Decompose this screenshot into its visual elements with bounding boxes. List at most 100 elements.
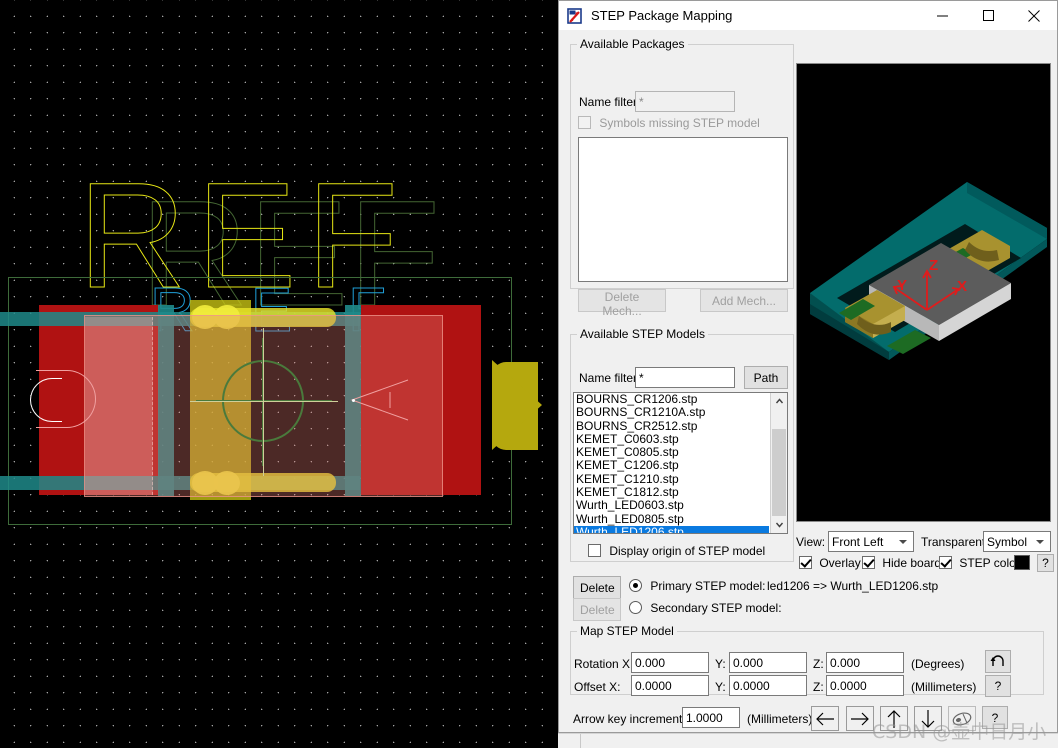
move-right-button[interactable] [846,706,874,731]
rotation-y-label: Y: [715,657,726,671]
rotation-z-input[interactable] [826,652,904,673]
offset-y-label: Y: [715,680,726,694]
overlay-checkbox[interactable]: Overlay [799,556,861,570]
display-origin-checkbox-box [588,544,601,557]
overlay-label: Overlay [819,556,861,570]
primary-mapping-text: led1206 => Wurth_LED1206.stp [767,579,939,593]
packages-name-filter-input[interactable] [635,91,735,112]
offset-z-input[interactable] [826,675,904,696]
mouse-icon [952,711,972,726]
step-model-render: Z Y X [797,64,1050,521]
svg-text:Y: Y [897,277,907,294]
step-model-3d-preview[interactable]: Z Y X [796,63,1051,522]
window-controls [919,1,1057,30]
primary-step-model-label: Primary STEP model: [650,579,766,593]
overlay-checkbox-box [799,556,812,569]
dialog-title: STEP Package Mapping [591,8,733,23]
close-button[interactable] [1011,1,1057,30]
offset-x-input[interactable] [631,675,709,696]
hide-board-checkbox[interactable]: Hide board [862,556,941,570]
delete-mech-button[interactable]: Delete Mech... [578,289,666,318]
view-label: View: [796,535,826,549]
scroll-up-button[interactable] [771,393,787,410]
map-step-model-legend: Map STEP Model [580,624,674,638]
symbols-missing-step-label: Symbols missing STEP model [599,116,760,130]
offset-y-input[interactable] [729,675,807,696]
display-origin-checkbox[interactable]: Display origin of STEP model [588,544,765,558]
move-left-button[interactable] [811,706,839,731]
svg-text:X: X [957,278,967,295]
symbols-missing-step-checkbox-box [578,116,591,129]
step-color-label: STEP color [959,556,1020,570]
arrow-key-help-button[interactable]: ? [982,706,1008,729]
map-help-button[interactable]: ? [985,675,1011,697]
status-bar-separator [580,734,581,748]
step-model-list-item[interactable]: KEMET_C1210.stp [574,472,769,486]
available-packages-list[interactable] [578,137,788,282]
dialog-body: Available Packages Name filter: Symbols … [559,30,1057,748]
arrow-key-increment-label: Arrow key increment: [573,712,686,726]
reset-rotation-button[interactable] [985,650,1011,673]
rotate-undo-icon [990,654,1004,666]
delete-secondary-button[interactable]: Delete [573,598,621,621]
svg-text:Z: Z [929,257,938,274]
transparent-select[interactable]: SymbolBoardNone [983,531,1051,552]
display-origin-label: Display origin of STEP model [609,544,766,558]
pin1-arc-pink [36,370,96,428]
step-model-list-item[interactable]: BOURNS_CR1210A.stp [574,405,769,419]
step-model-list-item[interactable]: Wurth_LED1206.stp [574,525,769,533]
offset-x-label: Offset X: [574,680,621,694]
step-package-icon [567,7,583,24]
models-name-filter-label: Name filter: [579,371,641,385]
hide-board-label: Hide board [882,556,942,570]
anchor-point [352,399,355,402]
rotation-x-input[interactable] [631,652,709,673]
step-color-checkbox[interactable]: STEP color [939,556,1020,570]
step-model-list-item[interactable]: KEMET_C1206.stp [574,459,769,473]
arrow-key-increment-input[interactable] [682,707,740,728]
offset-z-label: Z: [813,680,824,694]
primary-step-model-radio[interactable]: Primary STEP model: [629,579,766,593]
step-model-list-item[interactable]: BOURNS_CR2512.stp [574,419,769,433]
dialog-title-bar[interactable]: STEP Package Mapping [559,1,1057,30]
packages-name-filter-label: Name filter: [579,95,641,109]
cursor-line-vertical [263,328,264,476]
delete-primary-button[interactable]: Delete [573,576,621,599]
move-down-button[interactable] [914,706,942,731]
secondary-step-model-radio-dot [629,601,642,614]
secondary-step-model-radio[interactable]: Secondary STEP model: [629,601,782,615]
step-model-list-item[interactable]: KEMET_C1812.stp [574,485,769,499]
add-mech-button[interactable]: Add Mech... [700,289,788,312]
rotation-z-label: Z: [813,657,824,671]
cursor-line-horizontal [190,401,338,402]
scroll-thumb[interactable] [772,429,786,521]
available-step-models-legend: Available STEP Models [580,327,705,341]
available-step-models-list[interactable]: BOURNS_CR1206.stp BOURNS_CR1210A.stp BOURN… [573,392,788,534]
path-button[interactable]: Path [744,366,788,389]
step-model-list-item[interactable]: Wurth_LED0805.stp [574,512,769,526]
rotation-x-label: Rotation X: [574,657,634,671]
step-color-swatch[interactable] [1014,555,1030,570]
rotation-units-label: (Degrees) [911,657,965,671]
step-model-list-item[interactable]: BOURNS_CR1206.stp [574,393,769,406]
scroll-down-button[interactable] [771,516,787,533]
step-model-list-item[interactable]: Wurth_LED0603.stp [574,499,769,513]
available-packages-legend: Available Packages [580,37,685,51]
models-name-filter-input[interactable] [635,367,735,388]
pcb-editor-canvas[interactable]: REF REF REF [0,0,558,748]
polarity-marker-arrow [492,360,542,450]
secondary-step-model-label: Secondary STEP model: [650,601,782,615]
step-model-list-item[interactable]: KEMET_C0603.stp [574,432,769,446]
move-up-button[interactable] [880,706,908,731]
step-model-list-item[interactable]: KEMET_C0805.stp [574,445,769,459]
models-list-scrollbar[interactable] [770,393,787,533]
preview-help-button[interactable]: ? [1037,554,1054,572]
maximize-button[interactable] [965,1,1011,30]
view-select[interactable]: Front LeftFront RightBack LeftBack Right… [828,531,914,552]
arrow-key-units-label: (Millimeters) [747,712,813,726]
minimize-button[interactable] [919,1,965,30]
mouse-mode-button[interactable] [948,706,976,731]
status-bar [558,733,1058,748]
rotation-y-input[interactable] [729,652,807,673]
symbols-missing-step-checkbox[interactable]: Symbols missing STEP model [578,116,760,130]
